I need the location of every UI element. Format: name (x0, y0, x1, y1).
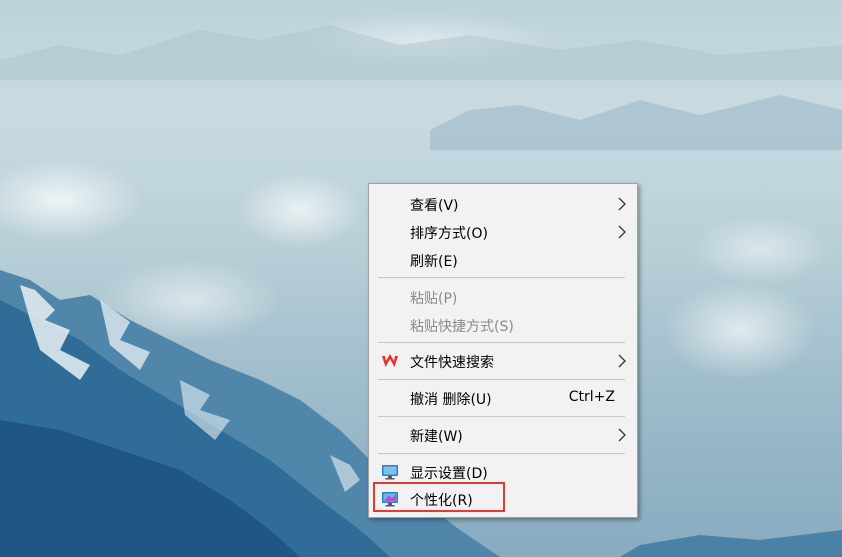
menu-separator (378, 277, 625, 278)
menu-item-label: 查看(V) (410, 198, 459, 214)
menu-item-sort-by[interactable]: 排序方式(O) (371, 219, 635, 245)
menu-item-label: 排序方式(O) (410, 226, 488, 242)
desktop-background[interactable]: 查看(V) 排序方式(O) 刷新(E) 粘贴(P) 粘贴快捷方式(S) 文件快速… (0, 0, 842, 557)
menu-separator (378, 453, 625, 454)
menu-item-file-quick-search[interactable]: 文件快速搜索 (371, 348, 635, 374)
chevron-right-icon (618, 428, 626, 442)
menu-separator (378, 416, 625, 417)
context-menu: 查看(V) 排序方式(O) 刷新(E) 粘贴(P) 粘贴快捷方式(S) 文件快速… (368, 183, 638, 518)
chevron-right-icon (618, 225, 626, 239)
menu-item-label: 粘贴(P) (410, 291, 458, 307)
menu-item-label: 新建(W) (410, 429, 463, 445)
wps-icon (382, 354, 398, 367)
menu-item-paste[interactable]: 粘贴(P) (371, 284, 635, 310)
display-settings-icon (382, 465, 398, 480)
menu-item-view[interactable]: 查看(V) (371, 191, 635, 217)
menu-item-label: 撤消 删除(U) (410, 392, 492, 408)
menu-item-shortcut: Ctrl+Z (568, 389, 615, 405)
chevron-right-icon (618, 197, 626, 211)
highlight-annotation (373, 482, 505, 512)
menu-item-label: 文件快速搜索 (410, 355, 494, 371)
chevron-right-icon (618, 354, 626, 368)
menu-item-refresh[interactable]: 刷新(E) (371, 247, 635, 273)
menu-item-paste-shortcut[interactable]: 粘贴快捷方式(S) (371, 312, 635, 338)
menu-item-undo-delete[interactable]: 撤消 删除(U) Ctrl+Z (371, 385, 635, 411)
menu-item-new[interactable]: 新建(W) (371, 422, 635, 448)
menu-separator (378, 342, 625, 343)
menu-item-label: 粘贴快捷方式(S) (410, 319, 514, 335)
menu-item-label: 显示设置(D) (410, 466, 488, 482)
menu-separator (378, 379, 625, 380)
menu-item-label: 刷新(E) (410, 254, 458, 270)
